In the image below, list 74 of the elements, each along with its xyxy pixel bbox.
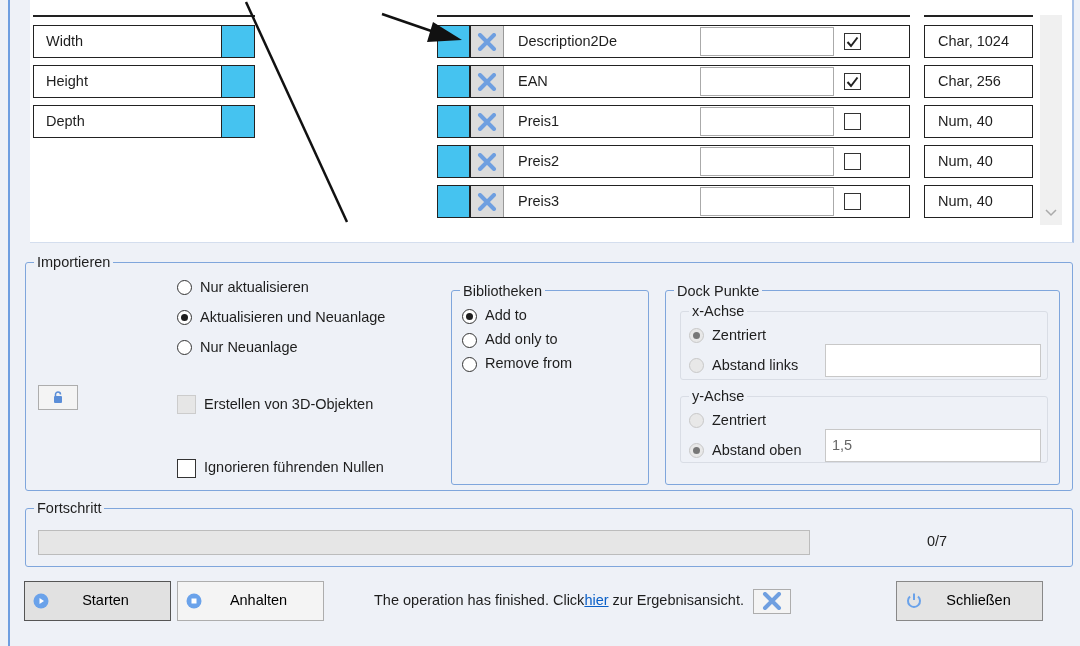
checkbox[interactable] [844, 193, 861, 210]
checkbox[interactable] [844, 113, 861, 130]
field-name: EAN [517, 71, 549, 91]
radio-label: Add only to [485, 330, 558, 350]
field-name: Preis3 [517, 191, 561, 211]
radio-label: Add to [485, 306, 527, 326]
input-field[interactable] [700, 67, 834, 96]
checkbox[interactable] [844, 73, 861, 90]
stop-icon [186, 593, 202, 609]
radio-label: Zentriert [712, 325, 766, 345]
color-swatch[interactable] [438, 66, 471, 97]
cross-icon [761, 592, 782, 610]
checkbox[interactable] [844, 153, 861, 170]
radio-label: Abstand oben [712, 440, 802, 460]
group-title: Dock Punkte [676, 283, 761, 298]
lock-icon [53, 391, 63, 403]
input-field[interactable] [700, 187, 834, 216]
field-type: Num, 40 [924, 105, 1033, 138]
group-title: Fortschritt [36, 501, 103, 516]
close-button[interactable]: Schließen [895, 581, 1043, 621]
power-icon [904, 592, 923, 610]
input-field[interactable] [700, 147, 834, 176]
field-type: Char, 1024 [924, 25, 1033, 58]
radio-label: Nur aktualisieren [200, 277, 309, 297]
group-title: y-Achse [691, 389, 746, 404]
action-button[interactable]: Starten [24, 581, 171, 621]
field-name: Preis2 [517, 151, 561, 171]
radio-button[interactable] [462, 308, 477, 324]
field-label: Height [45, 71, 89, 91]
group-title: x-Achse [691, 304, 746, 319]
field-type: Num, 40 [924, 145, 1033, 178]
color-swatch[interactable] [438, 186, 471, 217]
radio-label: Zentriert [712, 410, 766, 430]
status-message: The operation has finished. Clickhier zur Ergebnisansicht. [374, 591, 744, 611]
radio-button[interactable] [462, 332, 477, 348]
radio-label: Nur Neuanlage [200, 337, 298, 357]
field-label: Width [45, 31, 85, 51]
radio-label: Aktualisieren und Neuanlage [200, 307, 386, 327]
color-swatch[interactable] [438, 146, 471, 177]
radio-button[interactable] [177, 340, 192, 355]
color-swatch[interactable] [221, 26, 254, 57]
color-swatch[interactable] [221, 106, 254, 137]
cross-icon [477, 192, 497, 211]
field-name: Description2De [517, 31, 619, 51]
radio-button[interactable] [177, 280, 192, 295]
radio-label: Abstand links [712, 355, 799, 375]
cross-icon [477, 32, 497, 51]
field-type: Char, 256 [924, 65, 1033, 98]
progress-count: 0/7 [927, 532, 948, 552]
cross-icon [477, 152, 497, 171]
scrollbar[interactable] [1040, 15, 1062, 225]
cross-icon [477, 112, 497, 131]
action-button[interactable]: Anhalten [177, 581, 324, 621]
radio-button[interactable] [177, 310, 192, 325]
field-label: Depth [45, 111, 86, 131]
input-field[interactable] [700, 107, 834, 136]
checkbox-label: Ignorieren führenden Nullen [204, 458, 384, 478]
lock-button[interactable] [38, 384, 78, 410]
checkbox[interactable] [177, 458, 196, 478]
field-name: Preis1 [517, 111, 561, 131]
group-title: Bibliotheken [462, 283, 543, 298]
input-field[interactable] [700, 27, 834, 56]
play-icon [33, 593, 49, 609]
field-type: Num, 40 [924, 185, 1033, 218]
color-swatch[interactable] [221, 66, 254, 97]
color-swatch[interactable] [438, 106, 471, 137]
cross-icon [477, 72, 497, 91]
radio-label: Remove from [485, 354, 573, 374]
group-title: Importieren [36, 255, 112, 270]
checkbox-label: Erstellen von 3D-Objekten [204, 394, 374, 414]
results-link[interactable]: hier [584, 592, 609, 609]
checkbox[interactable] [844, 33, 861, 50]
input-field[interactable] [825, 343, 1041, 377]
radio-button[interactable] [462, 356, 477, 372]
